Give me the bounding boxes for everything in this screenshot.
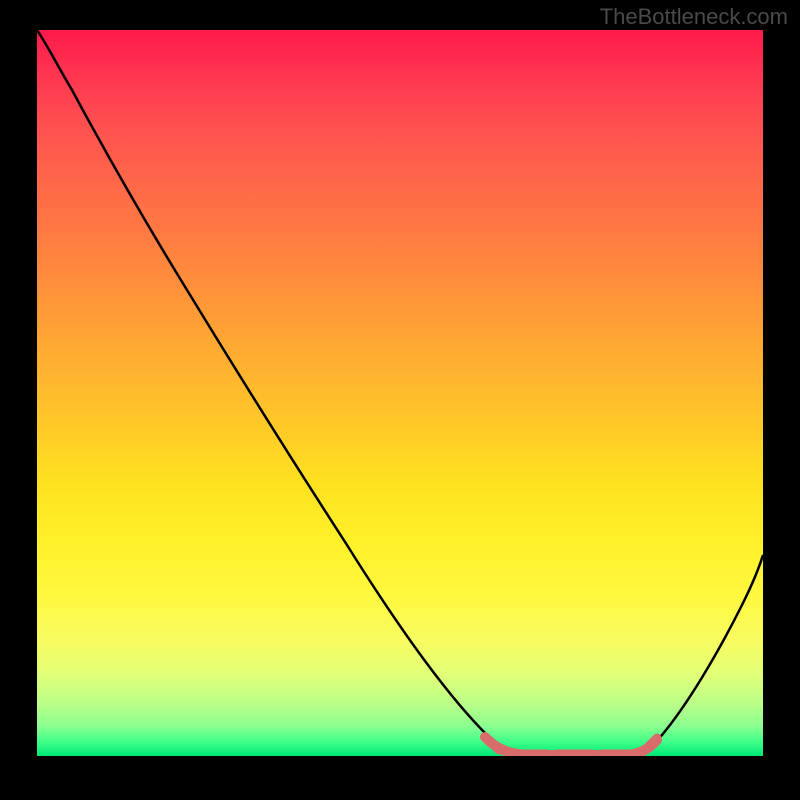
attribution-label: TheBottleneck.com [600, 4, 788, 30]
chart-curve-layer [37, 30, 763, 756]
bottleneck-curve [37, 30, 763, 755]
